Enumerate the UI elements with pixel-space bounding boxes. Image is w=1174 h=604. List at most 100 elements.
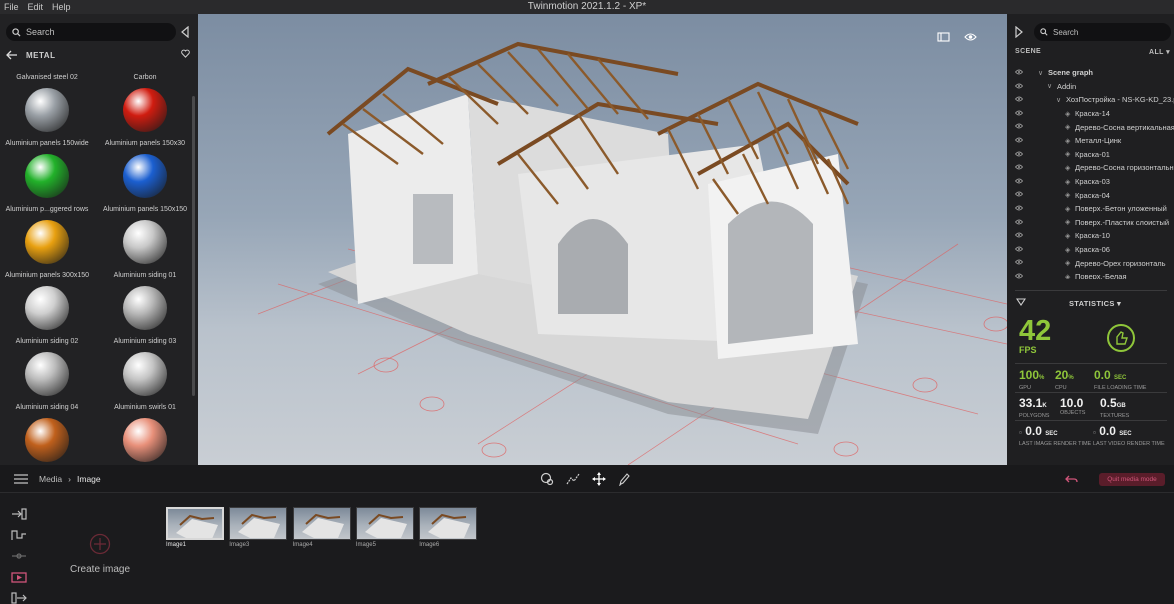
pen-tool-icon[interactable] <box>618 472 630 486</box>
library-scrollbar[interactable] <box>192 96 195 396</box>
scene-tree-item[interactable]: ◈ Краска-03 <box>1007 175 1174 189</box>
last-video-render-stat: ▫ 0.0 SEC LAST VIDEO RENDER TIME <box>1093 424 1165 448</box>
scene-search[interactable] <box>1034 23 1171 41</box>
hamburger-menu-icon[interactable] <box>14 474 28 484</box>
image-thumbnail[interactable] <box>355 507 414 540</box>
material-swatch <box>123 418 167 462</box>
eye-icon[interactable] <box>1015 246 1023 252</box>
material-label: Aluminium swirls 01 <box>114 404 176 411</box>
back-arrow-icon[interactable] <box>6 50 18 60</box>
material-item[interactable]: Aluminium siding 03 <box>100 338 190 396</box>
material-label: Galvanised steel 02 <box>16 74 78 81</box>
scene-tree-item[interactable]: ∨ Addin <box>1007 80 1174 94</box>
media-icon[interactable] <box>11 571 27 583</box>
scene-tree-item[interactable]: ◈ Краска-10 <box>1007 229 1174 243</box>
eye-icon[interactable] <box>1015 259 1023 265</box>
image-thumbnail[interactable] <box>229 507 288 540</box>
collapse-right-panel-icon[interactable] <box>1015 26 1023 38</box>
eye-icon[interactable] <box>1015 164 1023 170</box>
material-item[interactable]: Aluminium panels 150x30 <box>100 140 190 198</box>
collapse-left-panel-icon[interactable] <box>180 26 190 38</box>
breadcrumb-image[interactable]: Image <box>77 474 101 484</box>
material-item[interactable]: Aluminium panels 300x150 <box>2 272 92 330</box>
export-icon[interactable] <box>11 591 27 604</box>
scene-tree-item[interactable]: ◈ Краска-01 <box>1007 148 1174 162</box>
image-thumbnail-label: Image5 <box>355 542 376 548</box>
menu-edit[interactable]: Edit <box>28 2 44 12</box>
path-tool-icon[interactable] <box>566 472 580 486</box>
material-item[interactable]: Aluminium siding 04 <box>2 404 92 462</box>
chevron-down-icon[interactable] <box>1016 298 1026 306</box>
statistics-title[interactable]: STATISTICS ▾ <box>1069 299 1121 308</box>
textures-stat: 0.5GB TEXTURES <box>1100 396 1130 420</box>
material-swatch <box>25 220 69 264</box>
material-item[interactable]: Aluminium p...ggered rows <box>2 206 92 264</box>
material-item[interactable]: Aluminium panels 150x150 <box>100 206 190 264</box>
eye-icon[interactable] <box>1015 232 1023 238</box>
scene-tree-item[interactable]: ◈ Поверх.-Бетон уложенный <box>1007 202 1174 216</box>
material-item[interactable]: Galvanised steel 02 <box>2 74 92 132</box>
image-thumbnail[interactable] <box>419 507 478 540</box>
breadcrumb-media[interactable]: Media <box>39 474 62 484</box>
scene-tree-label: Дерево-Сосна горизонтальн <box>1075 163 1174 173</box>
eye-icon[interactable] <box>1015 191 1023 197</box>
material-item[interactable]: Aluminium swirls 01 <box>100 404 190 462</box>
scene-tree-item[interactable]: ∨ ХозПостройка - NS-KG-KD_23.p <box>1007 93 1174 107</box>
eye-icon[interactable] <box>1015 273 1023 279</box>
eye-icon[interactable] <box>1015 69 1023 75</box>
statistics-header[interactable]: STATISTICS ▾ <box>1007 296 1174 310</box>
3d-viewport[interactable] <box>198 14 1007 465</box>
eye-icon[interactable] <box>1015 96 1023 102</box>
animation-icon[interactable] <box>11 529 27 541</box>
scene-tree-item[interactable]: ◈ Металл-Цинк <box>1007 134 1174 148</box>
scene-tree-item[interactable]: ◈ Дерево-Сосна горизонтальн <box>1007 161 1174 175</box>
eye-icon[interactable] <box>1015 151 1023 157</box>
scene-tree-item[interactable]: ∨ Scene graph <box>1007 66 1174 80</box>
favorite-heart-icon[interactable] <box>181 49 190 58</box>
create-image-button[interactable]: Create image <box>66 533 134 575</box>
menu-help[interactable]: Help <box>52 2 71 12</box>
select-tool-icon[interactable] <box>540 472 554 486</box>
eye-icon[interactable] <box>1015 205 1023 211</box>
image-thumbnail[interactable] <box>166 507 224 540</box>
scene-tree-item[interactable]: ◈ Краска-04 <box>1007 188 1174 202</box>
image-thumbnail-label: Image1 <box>166 542 187 548</box>
move-tool-icon[interactable] <box>592 472 606 486</box>
import-icon[interactable] <box>11 507 27 520</box>
eye-icon[interactable] <box>1015 110 1023 116</box>
material-item[interactable]: Aluminium siding 01 <box>100 272 190 330</box>
scene-tree-item[interactable]: ◈ Краска-14 <box>1007 107 1174 121</box>
material-item[interactable]: Aluminium panels 150wide <box>2 140 92 198</box>
scene-tree-item[interactable]: ◈ Дерево-Орех горизонталь <box>1007 256 1174 270</box>
material-label: Carbon <box>133 74 157 81</box>
visibility-eye-icon[interactable] <box>964 32 977 42</box>
undo-icon[interactable] <box>1065 474 1078 484</box>
scene-tree-label: Scene graph <box>1048 68 1094 78</box>
library-search[interactable] <box>6 23 176 41</box>
scene-tree-item[interactable]: ◈ Поверх.-Пластик слоистый <box>1007 216 1174 230</box>
material-icon: ◈ <box>1065 246 1071 254</box>
image-thumbnail[interactable] <box>292 507 351 540</box>
breadcrumb-separator: › <box>68 474 71 484</box>
transform-tools <box>540 472 630 486</box>
scene-tree-item[interactable]: ◈ Дерево-Сосна вертикальная <box>1007 120 1174 134</box>
scene-filter-dropdown[interactable]: ALL ▾ <box>1149 48 1170 56</box>
eye-icon[interactable] <box>1015 219 1023 225</box>
scene-search-input[interactable] <box>1053 27 1153 37</box>
chevron-down-icon: ∨ <box>1047 83 1053 91</box>
create-image-label: Create image <box>69 564 131 575</box>
scene-tree-item[interactable]: ◈ Поверх.-Белая <box>1007 270 1174 279</box>
material-label: Aluminium panels 300x150 <box>4 272 90 279</box>
eye-icon[interactable] <box>1015 137 1023 143</box>
menu-file[interactable]: File <box>4 2 19 12</box>
eye-icon[interactable] <box>1015 178 1023 184</box>
eye-icon[interactable] <box>1015 83 1023 89</box>
quit-media-mode-button[interactable]: Quit media mode <box>1099 473 1165 486</box>
material-item[interactable]: Aluminium siding 02 <box>2 338 92 396</box>
eye-icon[interactable] <box>1015 123 1023 129</box>
material-item[interactable]: Carbon <box>100 74 190 132</box>
scene-tree-item[interactable]: ◈ Краска-06 <box>1007 243 1174 257</box>
layout-icon[interactable] <box>937 32 950 42</box>
library-search-input[interactable] <box>26 27 156 37</box>
phasing-icon[interactable] <box>11 550 27 562</box>
